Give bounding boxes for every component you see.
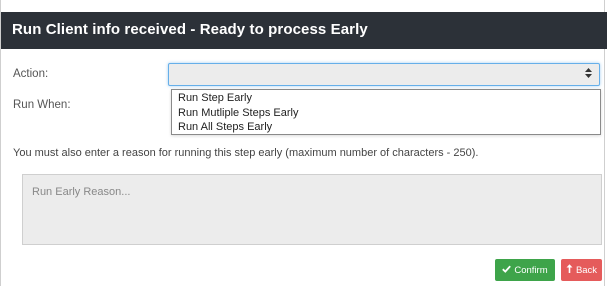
confirm-button[interactable]: Confirm <box>495 259 555 281</box>
run-when-label: Run When: <box>13 99 71 111</box>
action-dropdown-list: Run Step Early Run Mutliple Steps Early … <box>171 89 601 135</box>
sort-arrows-icon <box>585 68 592 78</box>
option-run-all-steps-early[interactable]: Run All Steps Early <box>172 120 600 135</box>
action-label: Action: <box>13 68 49 80</box>
reason-instruction: You must also enter a reason for running… <box>13 147 479 159</box>
back-label: Back <box>575 264 598 276</box>
back-arrow-icon <box>566 264 573 276</box>
option-run-multiple-steps-early[interactable]: Run Mutliple Steps Early <box>172 106 600 121</box>
option-run-step-early[interactable]: Run Step Early <box>172 91 600 106</box>
reason-placeholder: Run Early Reason... <box>32 186 131 198</box>
back-button[interactable]: Back <box>561 259 602 281</box>
action-select[interactable] <box>168 63 600 86</box>
reason-textarea[interactable]: Run Early Reason... <box>22 174 602 245</box>
modal-header: Run Client info received - Ready to proc… <box>1 12 607 49</box>
check-icon <box>502 265 512 276</box>
modal-title: Run Client info received - Ready to proc… <box>12 21 368 38</box>
run-early-modal: Run Client info received - Ready to proc… <box>0 0 607 286</box>
confirm-label: Confirm <box>514 264 548 276</box>
